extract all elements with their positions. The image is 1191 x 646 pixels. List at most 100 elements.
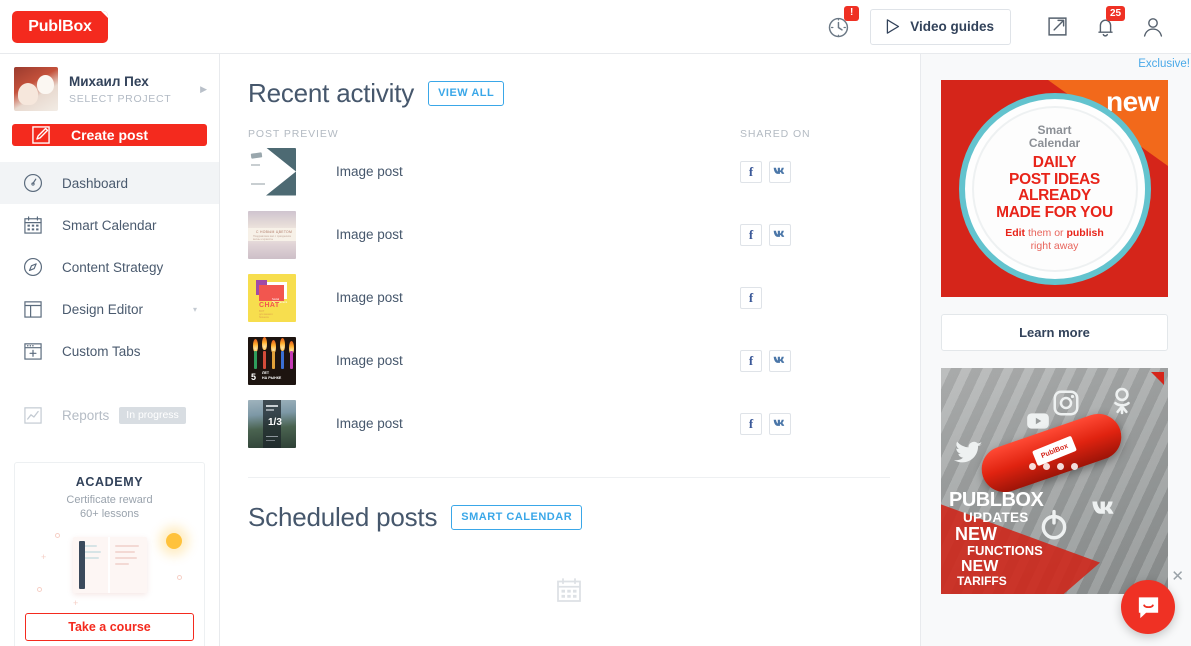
vk-icon[interactable] <box>769 223 791 246</box>
smart-calendar-button[interactable]: SMART CALENDAR <box>451 505 583 530</box>
logo-corner-notch <box>100 10 108 19</box>
carousel-dot[interactable] <box>1029 463 1036 470</box>
academy-card[interactable]: ACADEMY Certificate reward 60+ lessons +… <box>14 462 205 646</box>
sidebar-item-reports[interactable]: Reports In progress <box>0 394 219 436</box>
view-all-button[interactable]: VIEW ALL <box>428 81 505 106</box>
create-post-button[interactable]: Create post <box>12 124 207 146</box>
shared-networks: f <box>740 412 890 435</box>
academy-illustration: + × + <box>25 527 194 609</box>
create-post-label: Create post <box>71 127 149 143</box>
shared-networks: f <box>740 160 890 183</box>
facebook-icon[interactable]: f <box>740 412 762 435</box>
promo-sidebar: Exclusive! new Smart Calendar DAILY POST … <box>920 54 1191 646</box>
column-header-post-preview: POST PREVIEW <box>248 128 339 140</box>
history-alert-badge: ! <box>844 5 860 21</box>
nav-gap <box>0 372 219 394</box>
facebook-icon[interactable]: f <box>740 223 762 246</box>
app-root: PublBox ! Video guides 25 Михаил Пех SEL… <box>0 0 1191 646</box>
edit-pencil-icon <box>32 126 50 144</box>
table-row[interactable]: Image post f <box>248 140 890 203</box>
external-link-icon <box>1047 17 1067 36</box>
sidebar-item-content-strategy[interactable]: Content Strategy <box>0 246 219 288</box>
promo-headline-line-4: MADE FOR YOU <box>996 203 1113 221</box>
sidebar-item-label: Smart Calendar <box>62 217 157 233</box>
intercom-launcher-button[interactable] <box>1121 580 1175 634</box>
carousel-dot[interactable] <box>1043 463 1050 470</box>
post-thumbnail[interactable]: Social Management CHAT BOT для вашего бизне… <box>248 273 296 322</box>
sidebar-item-design-editor[interactable]: Design Editor ▾ <box>0 288 219 330</box>
promo-banner-publbox-updates[interactable]: PublBox PUBLBOX UPDATES NEW FUNCTIONS NE… <box>941 368 1168 594</box>
carousel-dot[interactable] <box>1071 463 1078 470</box>
academy-line-1: Certificate reward <box>66 494 153 506</box>
learn-more-button[interactable]: Learn more <box>941 314 1168 351</box>
video-guides-button[interactable]: Video guides <box>870 8 1011 45</box>
layout-icon <box>20 298 46 320</box>
user-account-button[interactable] <box>1129 0 1177 54</box>
lightbulb-icon <box>166 533 182 549</box>
sidebar-item-smart-calendar[interactable]: Smart Calendar <box>0 204 219 246</box>
chart-line-icon <box>20 404 46 426</box>
carousel-dots[interactable] <box>1029 463 1078 470</box>
notifications-button[interactable]: 25 <box>1081 0 1129 54</box>
promo-subtext-publish: publish <box>1066 227 1104 239</box>
vk-icon[interactable] <box>769 349 791 372</box>
table-row[interactable]: 1/3 Image post f <box>248 392 890 455</box>
facebook-icon[interactable]: f <box>740 160 762 183</box>
promo-headline-line-2: POST IDEAS <box>1009 170 1100 188</box>
top-bar: PublBox ! Video guides 25 <box>0 0 1191 54</box>
play-icon <box>886 19 900 34</box>
profile-subtitle: SELECT PROJECT <box>69 92 172 105</box>
promo2-line-5: NEW <box>961 558 999 575</box>
post-thumbnail[interactable]: С НОВЫМ ЦВЕТОМ Поздравляем вас с праздни… <box>248 210 296 259</box>
carousel-dot[interactable] <box>1057 463 1064 470</box>
table-row[interactable]: Social Management CHAT BOT для вашего бизне… <box>248 266 890 329</box>
post-thumbnail[interactable]: 1/3 <box>248 399 296 448</box>
post-thumbnail[interactable] <box>248 147 296 196</box>
promo2-corner-flag <box>1151 372 1164 385</box>
promo-banner-smart-calendar[interactable]: new Smart Calendar DAILY POST IDEAS ALREA… <box>941 80 1168 297</box>
page-title: Recent activity <box>248 78 415 108</box>
body-row: Михаил Пех SELECT PROJECT ▶ Create post <box>0 54 1191 646</box>
knife-badge: PublBox <box>1032 435 1077 467</box>
promo2-line-3: NEW <box>955 524 997 544</box>
take-a-course-button[interactable]: Take a course <box>25 613 194 641</box>
column-header-shared-on: SHARED ON <box>740 128 811 140</box>
promo2-line-2: UPDATES <box>963 510 1029 525</box>
book-page-right <box>110 537 147 593</box>
academy-line-2: 60+ lessons <box>79 508 139 520</box>
profile-selector[interactable]: Михаил Пех SELECT PROJECT ▶ <box>0 54 219 120</box>
post-label: Image post <box>336 353 403 368</box>
scheduled-posts-empty-state <box>248 533 890 605</box>
open-external-button[interactable] <box>1033 0 1081 54</box>
scheduled-posts-title: Scheduled posts <box>248 502 438 532</box>
status-badge: In progress <box>119 406 186 424</box>
shared-networks: f <box>740 286 890 309</box>
facebook-icon[interactable]: f <box>740 349 762 372</box>
facebook-icon[interactable]: f <box>740 286 762 309</box>
notifications-badge: 25 <box>1106 5 1125 21</box>
post-label: Image post <box>336 290 403 305</box>
vk-icon[interactable] <box>769 160 791 183</box>
sidebar-item-label: Design Editor <box>62 301 144 317</box>
sidebar-item-dashboard[interactable]: Dashboard <box>0 162 219 204</box>
topbar-actions: ! Video guides 25 <box>818 0 1177 53</box>
shared-networks: f <box>740 223 890 246</box>
post-thumbnail[interactable]: 5 ЛЕТ НА РЫНКЕ <box>248 336 296 385</box>
vk-icon[interactable] <box>769 412 791 435</box>
main-content: Recent activity VIEW ALL POST PREVIEW SH… <box>220 54 920 646</box>
shared-networks: f <box>740 349 890 372</box>
intercom-close-button[interactable]: ✕ <box>1171 569 1184 584</box>
sidebar-item-custom-tabs[interactable]: Custom Tabs <box>0 330 219 372</box>
gauge-icon <box>20 172 46 194</box>
promo2-line-6: TARIFFS <box>957 574 1007 588</box>
table-row[interactable]: С НОВЫМ ЦВЕТОМ Поздравляем вас с праздни… <box>248 203 890 266</box>
recent-activity-section: Recent activity VIEW ALL POST PREVIEW SH… <box>220 54 920 478</box>
compass-icon <box>20 256 46 278</box>
publbox-logo[interactable]: PublBox <box>12 10 108 43</box>
instagram-icon <box>1053 390 1079 416</box>
history-button[interactable]: ! <box>818 0 860 54</box>
post-label: Image post <box>336 416 403 431</box>
table-row[interactable]: 5 ЛЕТ НА РЫНКЕ Image post f <box>248 329 890 392</box>
exclusive-label: Exclusive! <box>1138 58 1190 70</box>
post-label: Image post <box>336 227 403 242</box>
